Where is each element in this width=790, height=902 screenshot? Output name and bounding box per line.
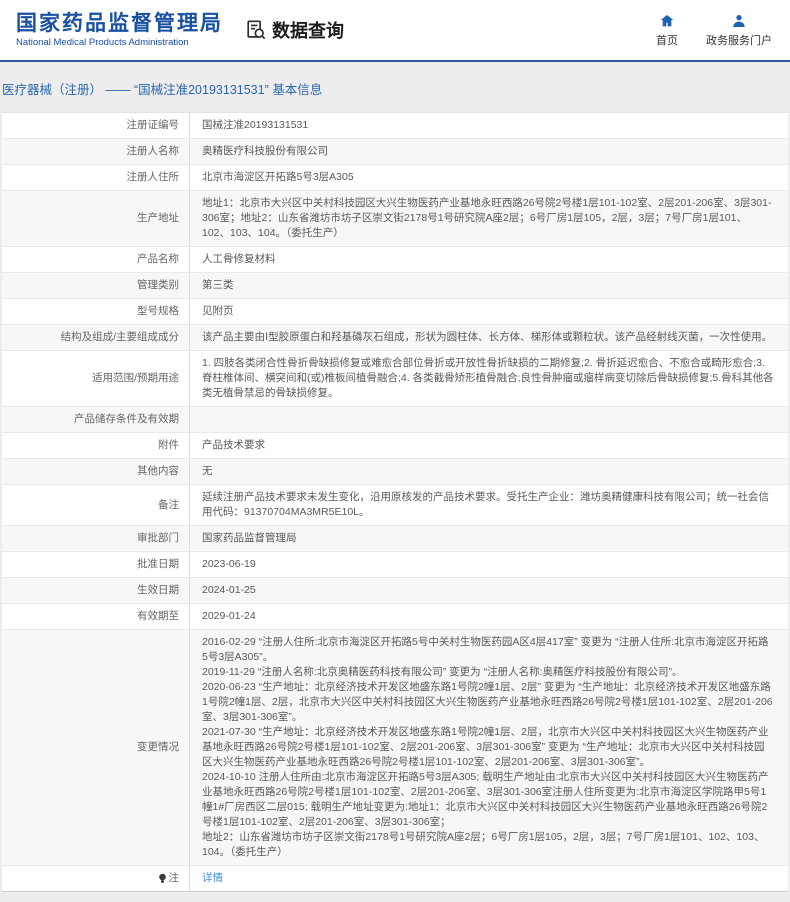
row-value: 见附页 <box>189 299 788 324</box>
row-value-text: 国家药品监督管理局 <box>202 532 297 544</box>
table-row: 型号规格 见附页 <box>2 299 788 325</box>
nmpa-logo: 国家药品监督管理局 National Medical Products Admi… <box>16 12 223 48</box>
table-row: 批准日期 2023-06-19 <box>2 552 788 578</box>
document-search-icon <box>245 19 267 41</box>
row-label: 附件 <box>158 439 179 451</box>
table-row-note: 注 详情 <box>2 866 788 891</box>
row-label: 注册证编号 <box>126 119 180 131</box>
row-value: 该产品主要由Ⅰ型胶原蛋白和羟基磷灰石组成，形状为圆柱体、长方体、梯形体或颗粒状。… <box>189 325 788 350</box>
row-value: 2023-06-19 <box>189 552 788 577</box>
breadcrumb: 医疗器械（注册） —— “国械注准20193131531” 基本信息 <box>0 62 790 112</box>
row-value: 2024-01-25 <box>189 578 788 603</box>
row-value: 1. 四肢各类闭合性骨折骨缺损修复或难愈合部位骨折或开放性骨折缺损的二期修复;2… <box>189 351 788 406</box>
row-value-text: 2023-06-19 <box>202 558 256 570</box>
row-value-text: 延续注册产品技术要求未发生变化，沿用原核发的产品技术要求。受托生产企业：潍坊奥精… <box>202 491 769 518</box>
registration-info-table: 注册证编号 国械注准20193131531 注册人名称 奥精医疗科技股份有限公司… <box>2 112 788 892</box>
logo-subtitle: National Medical Products Administration <box>16 37 189 48</box>
row-label: 管理类别 <box>137 279 179 291</box>
row-value-text: 地址1：北京市大兴区中关村科技园区大兴生物医药产业基地永旺西路26号院2号楼1层… <box>202 197 772 239</box>
row-value-text: 1. 四肢各类闭合性骨折骨缺损修复或难愈合部位骨折或开放性骨折缺损的二期修复;2… <box>202 357 774 399</box>
row-value-text: 2029-01-24 <box>202 610 256 622</box>
bulb-icon <box>158 873 167 884</box>
row-label: 生效日期 <box>137 584 179 596</box>
row-label: 注册人名称 <box>126 145 180 157</box>
nav-item-portal[interactable]: 政务服务门户 <box>706 13 772 48</box>
row-value-text: 产品技术要求 <box>202 439 265 451</box>
table-row: 结构及组成/主要组成成分 该产品主要由Ⅰ型胶原蛋白和羟基磷灰石组成，形状为圆柱体… <box>2 325 788 351</box>
row-value: 国家药品监督管理局 <box>189 526 788 551</box>
row-value-text: 无 <box>202 465 213 477</box>
row-value: 延续注册产品技术要求未发生变化，沿用原核发的产品技术要求。受托生产企业：潍坊奥精… <box>189 485 788 525</box>
row-value: 2016-02-29 “注册人住所:北京市海淀区开拓路5号中关村生物医药园A区4… <box>189 630 788 865</box>
app-title-label: 数据查询 <box>272 21 344 41</box>
row-label: 备注 <box>158 498 179 511</box>
row-value: 第三类 <box>189 273 788 298</box>
table-row: 有效期至 2029-01-24 <box>2 604 788 630</box>
row-label: 审批部门 <box>137 532 179 544</box>
app-title: 数据查询 <box>245 17 344 43</box>
row-value: 人工骨修复材料 <box>189 247 788 272</box>
logo-title: 国家药品监督管理局 <box>16 12 223 35</box>
row-label: 产品名称 <box>137 253 179 265</box>
change-history-text: 2016-02-29 “注册人住所:北京市海淀区开拓路5号中关村生物医药园A区4… <box>202 636 773 858</box>
table-row: 适用范围/预期用途 1. 四肢各类闭合性骨折骨缺损修复或难愈合部位骨折或开放性骨… <box>2 351 788 407</box>
row-label: 注册人住所 <box>126 171 180 183</box>
table-row: 附件 产品技术要求 <box>2 433 788 459</box>
row-label: 型号规格 <box>137 305 179 317</box>
table-row: 其他内容 无 <box>2 459 788 485</box>
table-row: 生产地址 地址1：北京市大兴区中关村科技园区大兴生物医药产业基地永旺西路26号院… <box>2 191 788 247</box>
table-row: 审批部门 国家药品监督管理局 <box>2 526 788 552</box>
nav-item-label: 首页 <box>656 34 678 47</box>
table-row: 备注 延续注册产品技术要求未发生变化，沿用原核发的产品技术要求。受托生产企业：潍… <box>2 485 788 526</box>
table-row-change-history: 变更情况 2016-02-29 “注册人住所:北京市海淀区开拓路5号中关村生物医… <box>2 630 788 866</box>
row-value-text: 北京市海淀区开拓路5号3层A305 <box>202 171 354 183</box>
row-label: 变更情况 <box>137 741 179 753</box>
header-nav: 首页 政务服务门户 <box>656 13 772 48</box>
row-value: 国械注准20193131531 <box>189 113 788 138</box>
user-icon <box>731 13 747 29</box>
home-icon <box>659 13 675 29</box>
row-value: 产品技术要求 <box>189 433 788 458</box>
table-row: 注册人名称 奥精医疗科技股份有限公司 <box>2 139 788 165</box>
table-row: 生效日期 2024-01-25 <box>2 578 788 604</box>
table-row: 管理类别 第三类 <box>2 273 788 299</box>
row-value-text: 2024-01-25 <box>202 584 256 596</box>
row-value: 奥精医疗科技股份有限公司 <box>189 139 788 164</box>
row-label: 结构及组成/主要组成成分 <box>60 331 179 343</box>
row-value-text: 该产品主要由Ⅰ型胶原蛋白和羟基磷灰石组成，形状为圆柱体、长方体、梯形体或颗粒状。… <box>202 331 773 343</box>
row-value: 地址1：北京市大兴区中关村科技园区大兴生物医药产业基地永旺西路26号院2号楼1层… <box>189 191 788 246</box>
nav-item-label: 政务服务门户 <box>706 34 772 47</box>
nav-item-home[interactable]: 首页 <box>656 13 678 48</box>
row-label: 适用范围/预期用途 <box>92 372 179 384</box>
table-row: 产品名称 人工骨修复材料 <box>2 247 788 273</box>
row-value-text: 见附页 <box>202 305 234 317</box>
table-row: 注册人住所 北京市海淀区开拓路5号3层A305 <box>2 165 788 191</box>
row-value: 2029-01-24 <box>189 604 788 629</box>
row-label: 有效期至 <box>137 610 179 622</box>
row-value: 详情 <box>189 866 788 891</box>
row-label: 产品储存条件及有效期 <box>74 413 179 425</box>
row-value: 北京市海淀区开拓路5号3层A305 <box>189 165 788 190</box>
row-value <box>189 407 788 432</box>
row-label: 批准日期 <box>137 558 179 570</box>
row-value: 无 <box>189 459 788 484</box>
table-row: 产品储存条件及有效期 <box>2 407 788 433</box>
row-label: 其他内容 <box>137 465 179 477</box>
row-value-text: 国械注准20193131531 <box>202 119 309 131</box>
row-label: 生产地址 <box>137 212 179 224</box>
table-row: 注册证编号 国械注准20193131531 <box>2 113 788 139</box>
row-value-text: 第三类 <box>202 279 234 291</box>
row-value-text: 奥精医疗科技股份有限公司 <box>202 145 328 157</box>
row-value-text: 人工骨修复材料 <box>202 253 276 265</box>
page-header: 国家药品监督管理局 National Medical Products Admi… <box>0 0 790 62</box>
row-label: 注 <box>2 866 189 891</box>
